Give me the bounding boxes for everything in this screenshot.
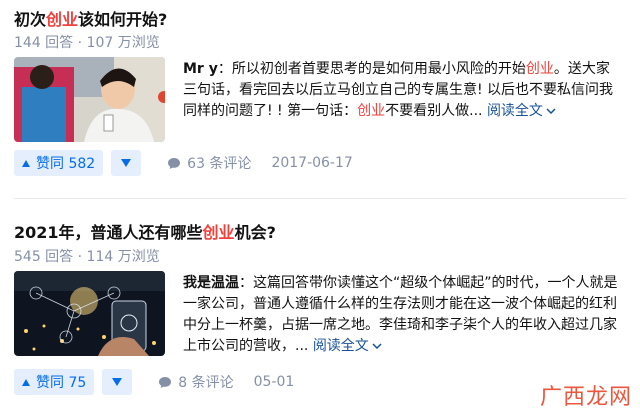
comment-button[interactable]: 8 条评论 xyxy=(158,372,234,392)
upvote-button[interactable]: 赞同 75 xyxy=(14,369,95,395)
question-title[interactable]: 2021年，普通人还有哪些创业机会? xyxy=(14,219,276,243)
title-text[interactable]: 该如何开始? xyxy=(78,10,167,29)
downvote-button[interactable] xyxy=(102,369,133,395)
upvote-arrow-icon xyxy=(22,378,30,386)
excerpt-keyword: 创业 xyxy=(357,103,386,119)
excerpt-keyword: 创业 xyxy=(525,61,554,77)
title-text[interactable]: 初次 xyxy=(14,10,46,29)
excerpt-text: ： xyxy=(239,275,253,291)
excerpt-text: 不要看别人做... xyxy=(385,103,483,119)
downvote-arrow-icon xyxy=(112,378,123,386)
read-more-label[interactable]: 阅读全文 xyxy=(313,338,369,354)
upvote-arrow-icon xyxy=(22,159,30,167)
author-name[interactable]: Mr y xyxy=(183,61,218,77)
thumbnail-image xyxy=(14,271,165,356)
answer-thumbnail[interactable] xyxy=(14,57,165,142)
site-watermark-logo: 广西龙网 xyxy=(539,385,632,410)
answer-date: 05-01 xyxy=(253,374,295,390)
title-keyword[interactable]: 创业 xyxy=(203,223,235,242)
card-divider xyxy=(14,198,626,199)
comment-icon xyxy=(159,376,172,388)
downvote-button[interactable] xyxy=(111,150,142,176)
meta-dot: · xyxy=(77,35,83,51)
upvote-label[interactable]: 赞同 582 xyxy=(36,153,95,173)
title-text[interactable]: 机会? xyxy=(235,223,276,242)
view-count: 114 万浏览 xyxy=(86,249,160,265)
chevron-down-icon[interactable] xyxy=(546,108,556,114)
author-name[interactable]: 我是温温 xyxy=(183,275,239,291)
excerpt-text: ： xyxy=(217,61,232,77)
meta-dot: · xyxy=(77,249,83,265)
action-bar: 赞同 75 8 条评论 05-01 xyxy=(14,369,294,395)
answer-excerpt[interactable]: 我是温温：这篇回答带你读懂这个“超级个体崛起”的时代，一个人就是一家公司，普通人… xyxy=(183,273,623,357)
title-text[interactable]: 2021年，普通人还有哪些 xyxy=(14,223,203,242)
excerpt-text: 所以初创者首要思考的是如何用最小风险的开始 xyxy=(231,61,526,77)
comment-icon xyxy=(168,157,181,169)
question-meta: 545 回答 · 114 万浏览 xyxy=(14,246,160,266)
downvote-arrow-icon xyxy=(121,159,132,167)
title-keyword[interactable]: 创业 xyxy=(46,10,78,29)
read-more-link[interactable]: 阅读全文 xyxy=(482,103,556,119)
thumbnail-image xyxy=(14,57,165,142)
question-meta: 144 回答 · 107 万浏览 xyxy=(14,32,160,52)
comment-count[interactable]: 63 条评论 xyxy=(187,153,251,173)
upvote-button[interactable]: 赞同 582 xyxy=(14,150,104,176)
chevron-down-icon[interactable] xyxy=(372,343,382,349)
view-count: 107 万浏览 xyxy=(86,35,160,51)
comment-button[interactable]: 63 条评论 xyxy=(167,153,251,173)
question-title[interactable]: 初次创业该如何开始? xyxy=(14,6,167,30)
answer-count: 144 回答 xyxy=(14,35,74,51)
answer-excerpt[interactable]: Mr y：所以初创者首要思考的是如何用最小风险的开始创业。送大家三句话，看完回去… xyxy=(183,59,623,122)
read-more-link[interactable]: 阅读全文 xyxy=(308,338,382,354)
comment-count[interactable]: 8 条评论 xyxy=(178,372,233,392)
answer-thumbnail[interactable] xyxy=(14,271,165,356)
read-more-label[interactable]: 阅读全文 xyxy=(487,103,543,119)
answer-date: 2017-06-17 xyxy=(271,155,353,171)
upvote-label[interactable]: 赞同 75 xyxy=(36,372,86,392)
action-bar: 赞同 582 63 条评论 2017-06-17 xyxy=(14,150,353,176)
answer-count: 545 回答 xyxy=(14,249,74,265)
